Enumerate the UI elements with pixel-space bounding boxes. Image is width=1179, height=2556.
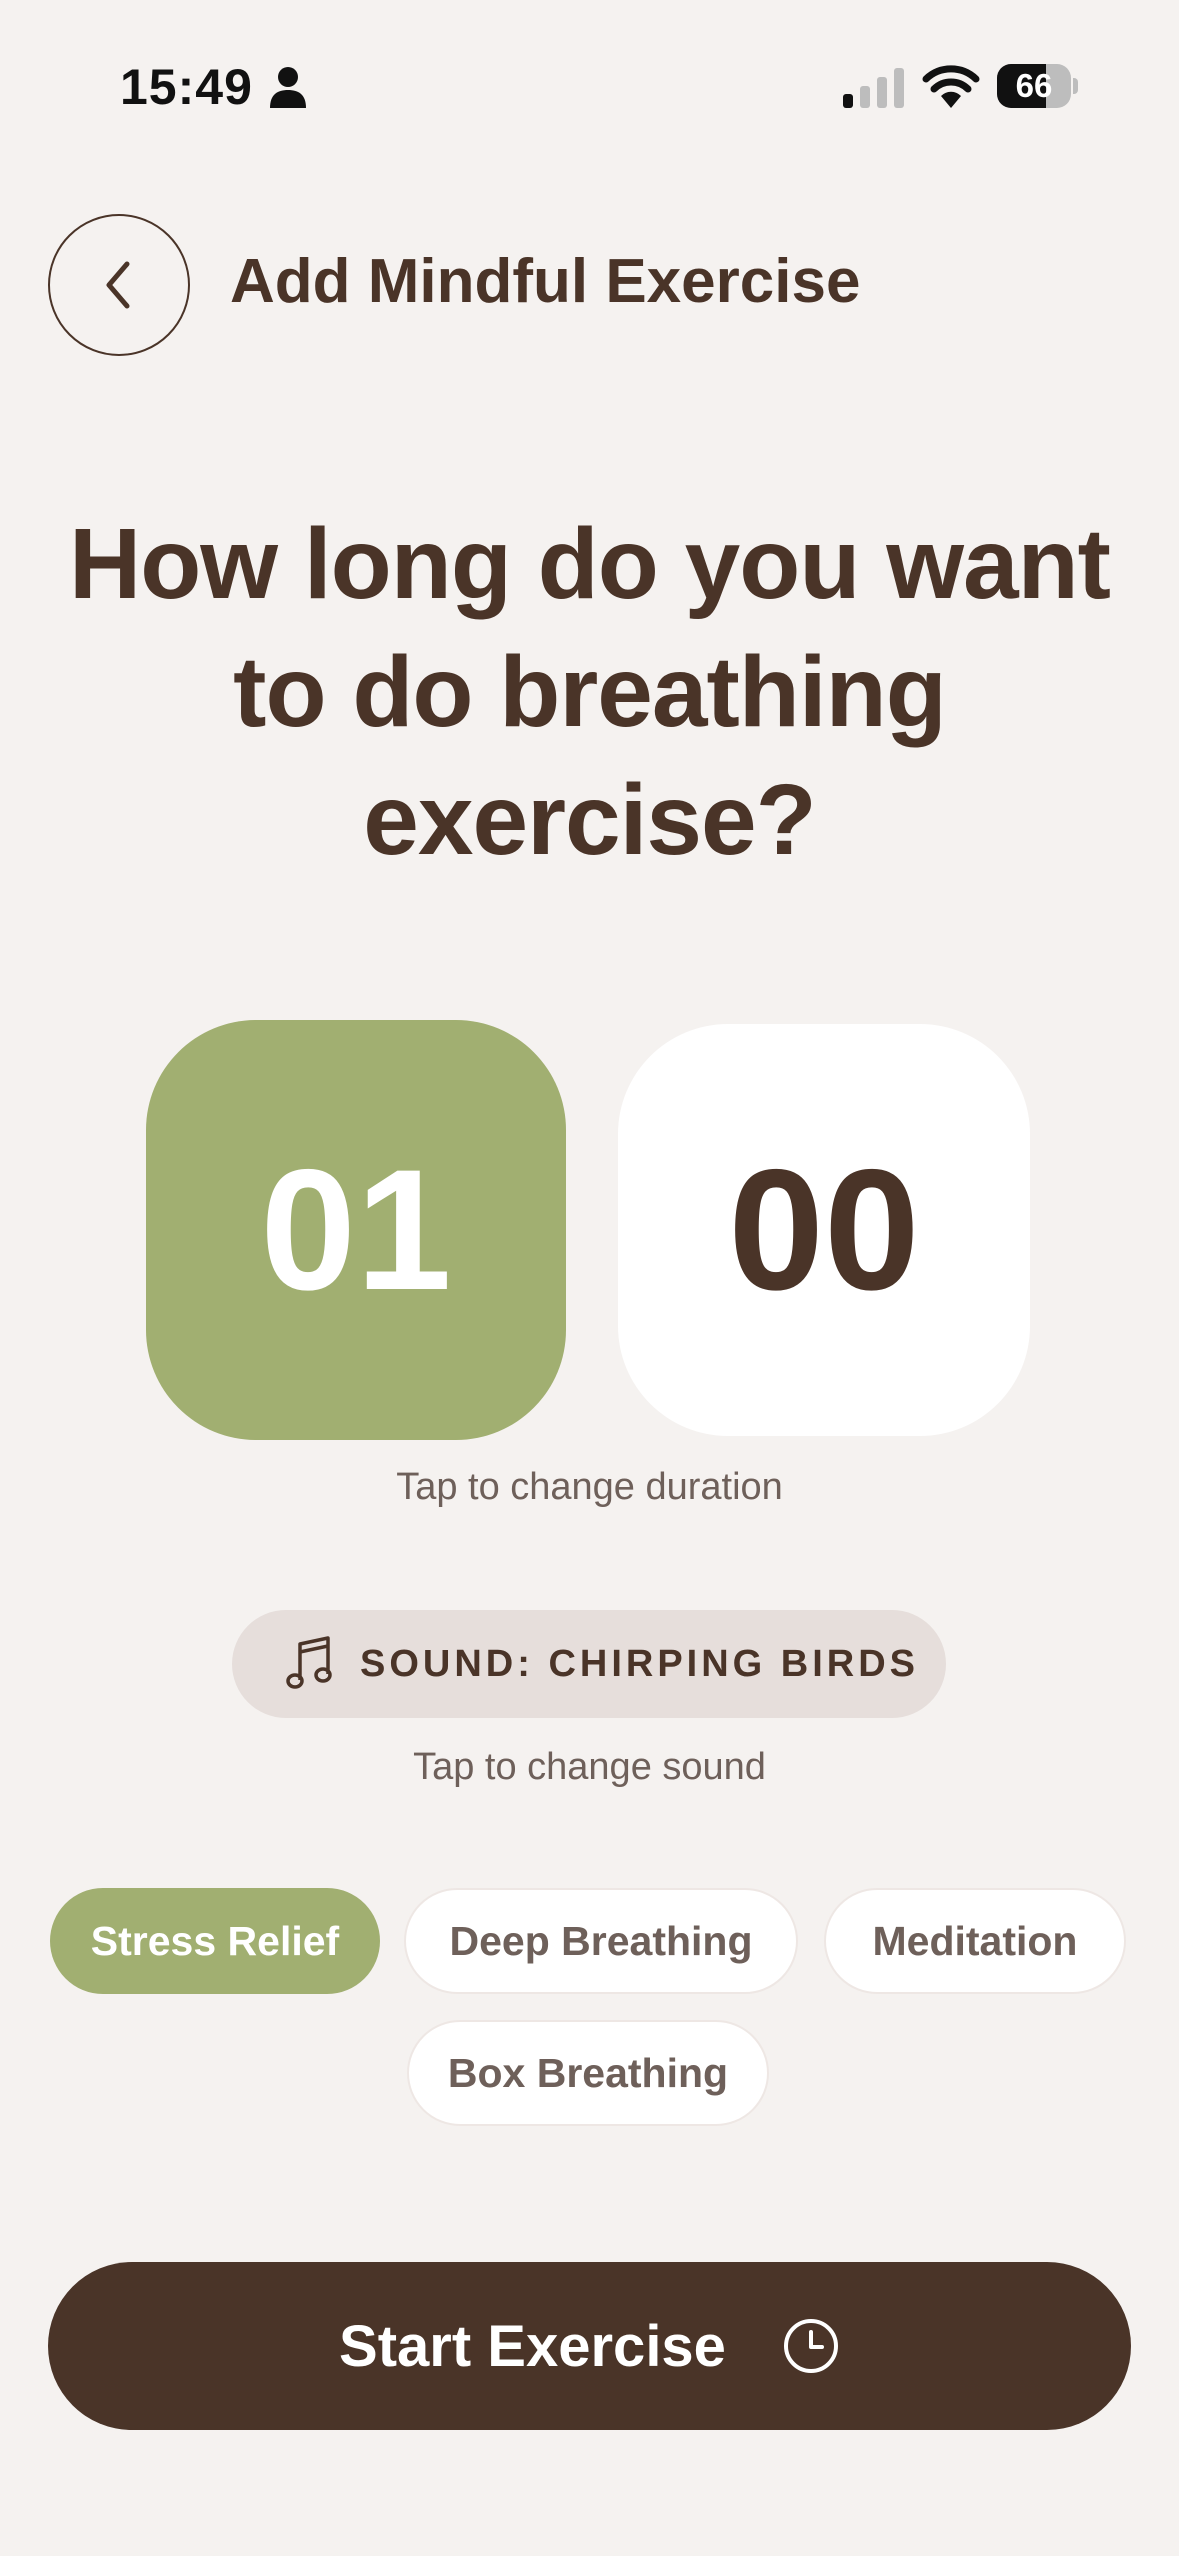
screen: 15:49 66 Add Mindful Exercise How long d… [0,0,1179,2556]
battery-percentage: 66 [1015,67,1053,104]
wifi-icon [922,64,980,113]
sound-label: SOUND: CHIRPING BIRDS [360,1642,920,1685]
chevron-left-icon [99,258,139,312]
sound-hint: Tap to change sound [413,1746,766,1788]
minutes-value: 01 [260,1134,452,1326]
back-button[interactable] [48,214,190,356]
duration-hint: Tap to change duration [396,1466,783,1508]
chip-label: Box Breathing [447,2049,729,2096]
music-note-icon [286,1636,332,1692]
chip-meditation[interactable]: Meditation [824,1888,1126,1994]
sound-selector-button[interactable]: SOUND: CHIRPING BIRDS [232,1610,946,1718]
chip-deep-breathing[interactable]: Deep Breathing [404,1888,798,1994]
seconds-value: 00 [728,1134,920,1326]
start-exercise-button[interactable]: Start Exercise [48,2262,1131,2430]
page-title: Add Mindful Exercise [230,247,861,316]
minutes-picker[interactable]: 01 [146,1020,566,1440]
chip-stress-relief[interactable]: Stress Relief [50,1888,380,1994]
chip-label: Meditation [872,1917,1078,1964]
cellular-signal-icon [843,66,905,113]
status-time: 15:49 [120,59,253,115]
chip-box-breathing[interactable]: Box Breathing [407,2020,769,2126]
chip-label: Stress Relief [90,1917,340,1964]
clock-icon [782,2317,840,2375]
battery-indicator: 66 [997,64,1078,108]
person-icon [270,66,306,113]
duration-question: How long do you want to do breathing exe… [69,508,1111,876]
chip-label: Deep Breathing [449,1917,753,1964]
seconds-picker[interactable]: 00 [618,1024,1030,1436]
start-exercise-label: Start Exercise [339,2313,726,2379]
